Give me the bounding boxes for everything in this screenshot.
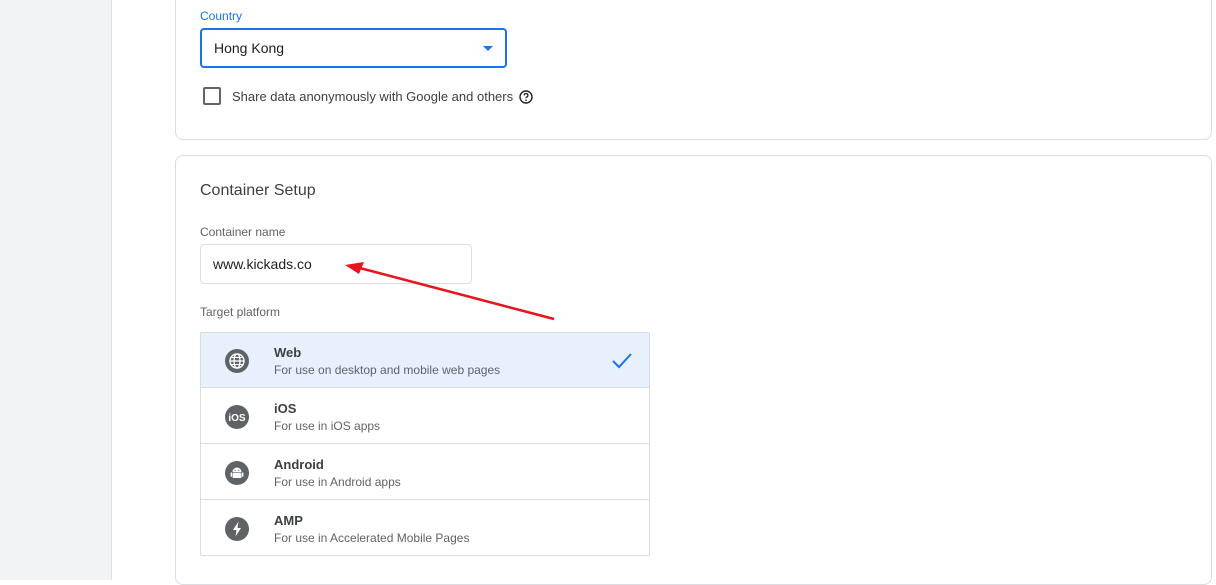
platform-name: iOS xyxy=(274,401,297,416)
platform-option-web[interactable]: Web For use on desktop and mobile web pa… xyxy=(201,333,649,388)
platform-description: For use in Accelerated Mobile Pages xyxy=(274,531,470,545)
platform-list: Web For use on desktop and mobile web pa… xyxy=(200,332,650,556)
share-data-label: Share data anonymously with Google and o… xyxy=(232,89,514,104)
platform-description: For use on desktop and mobile web pages xyxy=(274,363,501,377)
platform-name: Web xyxy=(274,345,302,360)
container-name-input[interactable] xyxy=(201,245,471,283)
svg-text:iOS: iOS xyxy=(228,413,246,424)
container-name-field[interactable] xyxy=(200,244,472,284)
country-select[interactable]: Hong Kong xyxy=(200,28,507,68)
container-name-label: Container name xyxy=(200,225,286,239)
account-setup-card xyxy=(175,0,1212,140)
left-sidebar-strip xyxy=(0,0,112,580)
platform-description: For use in Android apps xyxy=(274,475,401,489)
target-platform-label: Target platform xyxy=(200,305,281,319)
platform-option-ios[interactable]: iOS iOS For use in iOS apps xyxy=(201,389,649,444)
platform-option-android[interactable]: Android For use in Android apps xyxy=(201,445,649,500)
globe-icon xyxy=(225,349,249,373)
platform-description: For use in iOS apps xyxy=(274,419,381,433)
country-value: Hong Kong xyxy=(214,40,285,56)
lightning-icon xyxy=(225,517,249,541)
check-icon xyxy=(612,353,632,369)
platform-name: AMP xyxy=(274,513,303,528)
android-icon xyxy=(225,461,249,485)
share-data-checkbox[interactable] xyxy=(203,87,221,105)
country-label: Country xyxy=(200,9,243,23)
help-icon[interactable] xyxy=(519,90,533,104)
container-setup-title: Container Setup xyxy=(200,182,316,199)
platform-option-amp[interactable]: AMP For use in Accelerated Mobile Pages xyxy=(201,501,649,556)
dropdown-caret-icon xyxy=(483,46,493,51)
ios-icon: iOS xyxy=(225,405,249,429)
platform-name: Android xyxy=(274,457,324,472)
